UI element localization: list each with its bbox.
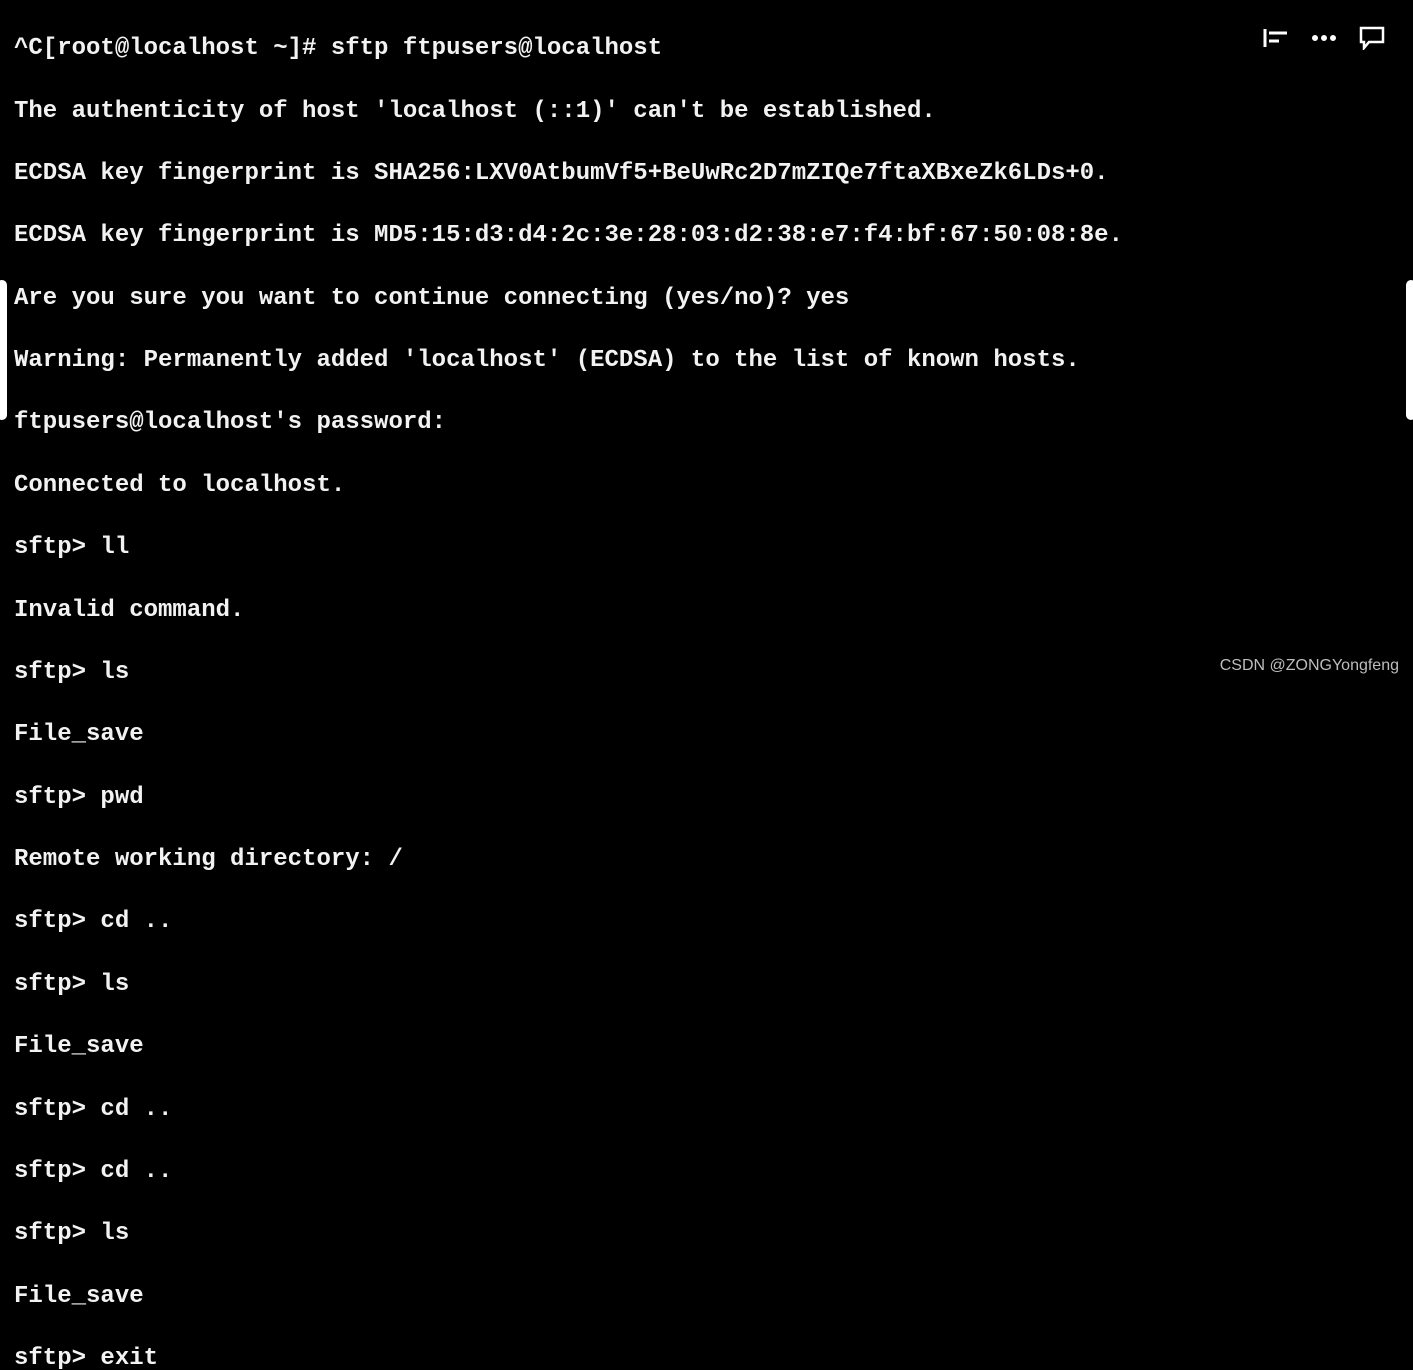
- right-nav-handle[interactable]: [1406, 280, 1413, 420]
- terminal-line: sftp> cd ..: [14, 906, 1399, 937]
- terminal-line: Are you sure you want to continue connec…: [14, 283, 1399, 314]
- terminal-line: Invalid command.: [14, 595, 1399, 626]
- terminal-line: sftp> ll: [14, 532, 1399, 563]
- terminal-line: sftp> ls: [14, 1218, 1399, 1249]
- terminal-line: sftp> pwd: [14, 782, 1399, 813]
- terminal-line: Connected to localhost.: [14, 470, 1399, 501]
- terminal-output[interactable]: ^C[root@localhost ~]# sftp ftpusers@loca…: [0, 0, 1413, 1370]
- terminal-line: ECDSA key fingerprint is MD5:15:d3:d4:2c…: [14, 220, 1399, 251]
- terminal-line: sftp> cd ..: [14, 1094, 1399, 1125]
- terminal-line: sftp> cd ..: [14, 1156, 1399, 1187]
- terminal-line: The authenticity of host 'localhost (::1…: [14, 96, 1399, 127]
- terminal-line: File_save: [14, 1031, 1399, 1062]
- terminal-line: Remote working directory: /: [14, 844, 1399, 875]
- terminal-line: Warning: Permanently added 'localhost' (…: [14, 345, 1399, 376]
- left-nav-handle[interactable]: [0, 280, 7, 420]
- terminal-line: ftpusers@localhost's password:: [14, 407, 1399, 438]
- terminal-line: File_save: [14, 1281, 1399, 1312]
- terminal-line: ^C[root@localhost ~]# sftp ftpusers@loca…: [14, 33, 1399, 64]
- align-left-icon[interactable]: [1263, 27, 1289, 49]
- more-icon[interactable]: [1311, 33, 1337, 43]
- watermark-text: CSDN @ZONGYongfeng: [1220, 656, 1399, 677]
- terminal-line: sftp> exit: [14, 1343, 1399, 1370]
- terminal-line: File_save: [14, 719, 1399, 750]
- overlay-toolbar: [1263, 26, 1385, 50]
- terminal-line: sftp> ls: [14, 969, 1399, 1000]
- terminal-line: ECDSA key fingerprint is SHA256:LXV0Atbu…: [14, 158, 1399, 189]
- terminal-line: sftp> ls: [14, 657, 1399, 688]
- comment-icon[interactable]: [1359, 26, 1385, 50]
